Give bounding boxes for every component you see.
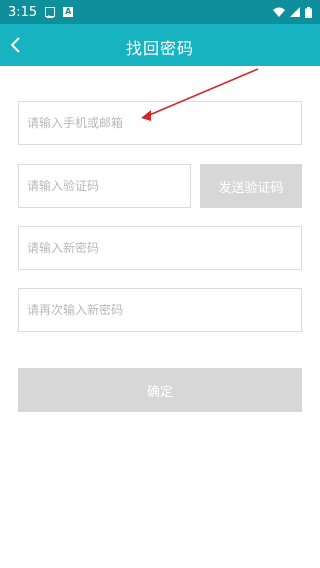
status-time: 3:15 [8, 4, 38, 20]
confirm-password-input[interactable] [19, 289, 301, 331]
signal-icon [290, 7, 300, 17]
confirm-button[interactable]: 确定 [18, 368, 302, 412]
annotation-arrow [141, 68, 259, 121]
new-password-input[interactable] [19, 227, 301, 269]
status-bar-right [273, 6, 312, 18]
status-bar: 3:15 A [0, 0, 320, 24]
confirm-password-field[interactable] [18, 288, 302, 332]
page-title: 找回密码 [125, 39, 194, 58]
app-bar: 找回密码 [0, 24, 320, 66]
phone-or-email-field[interactable] [18, 101, 302, 145]
phone-or-email-input[interactable] [19, 102, 301, 144]
a-icon: A [63, 7, 74, 17]
verification-code-field[interactable] [18, 164, 191, 208]
image-icon [45, 7, 56, 18]
verification-code-input[interactable] [19, 165, 190, 207]
new-password-field[interactable] [18, 226, 302, 270]
wifi-icon [273, 7, 285, 17]
battery-icon [305, 6, 312, 18]
status-bar-left: 3:15 A [8, 4, 74, 20]
send-code-button[interactable]: 发送验证码 [200, 164, 302, 208]
